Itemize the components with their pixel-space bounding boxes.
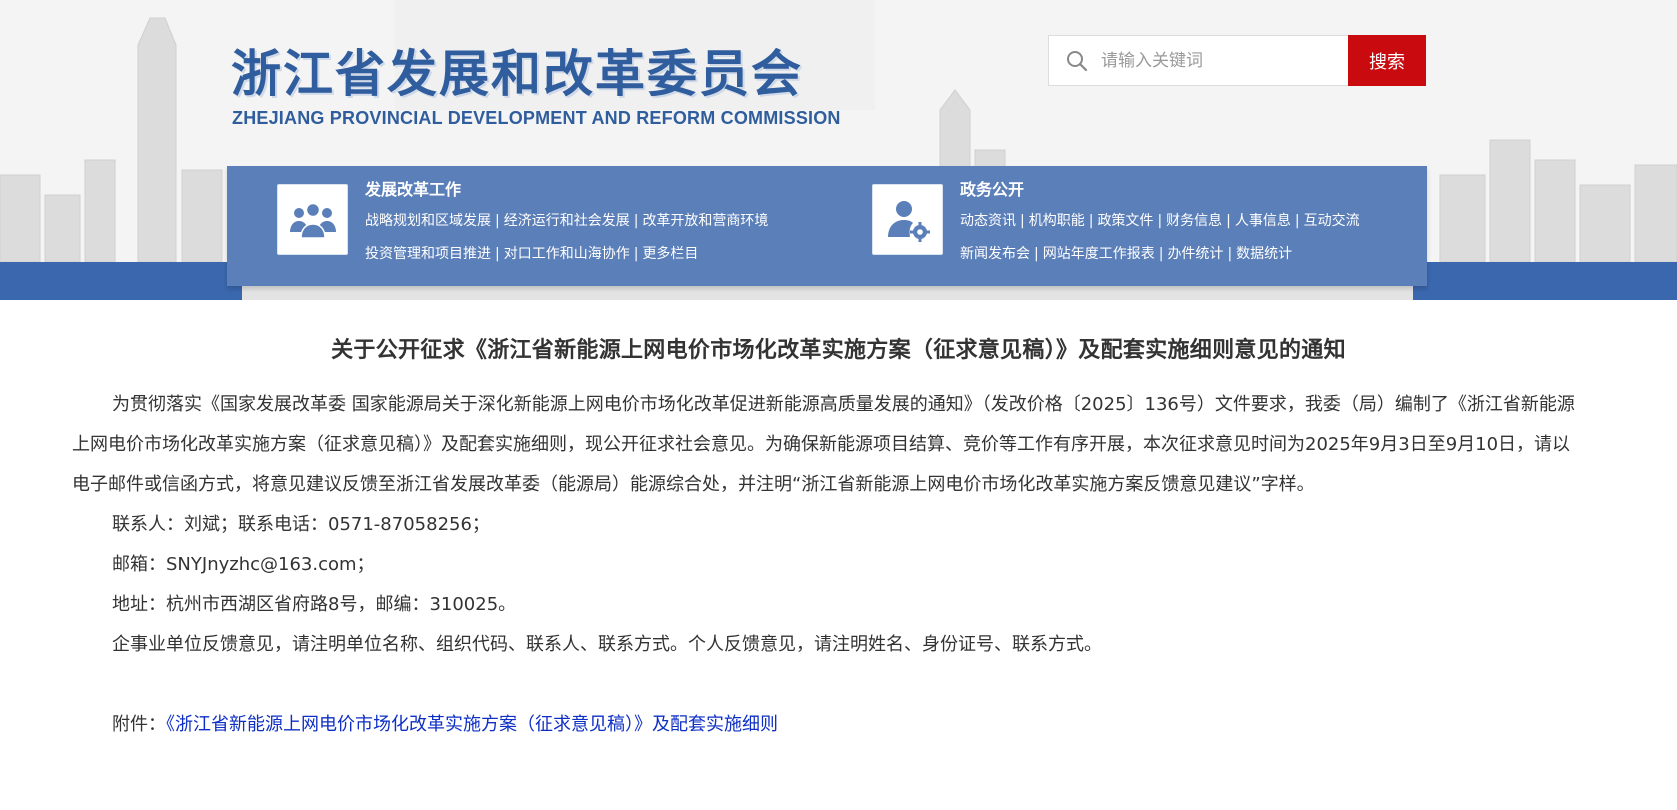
nav-link-strategy[interactable]: 战略规划和区域发展 xyxy=(365,213,491,229)
nav-link-interaction[interactable]: 互动交流 xyxy=(1304,213,1360,229)
nav-link-more[interactable]: 更多栏目 xyxy=(642,246,698,262)
nav-link-functions[interactable]: 机构职能 xyxy=(1029,213,1085,229)
article-body: 为贯彻落实《国家发展改革委 国家能源局关于深化新能源上网电价市场化改革促进新能源… xyxy=(72,385,1584,745)
nav-separator: | xyxy=(1157,213,1163,229)
nav-links-reform-row1: 战略规划和区域发展 | 经济运行和社会发展 | 改革开放和营商环境 xyxy=(365,210,768,230)
nav-separator: | xyxy=(1294,213,1300,229)
address-line: 地址：杭州市西湖区省府路8号，邮编：310025。 xyxy=(112,594,517,615)
search-button[interactable]: 搜索 xyxy=(1348,35,1426,86)
nav-link-personnel[interactable]: 人事信息 xyxy=(1235,213,1291,229)
nav-separator: | xyxy=(1020,213,1025,229)
nav-link-finance[interactable]: 财务信息 xyxy=(1166,213,1222,229)
attachment-label: 附件： xyxy=(112,714,166,735)
nav-separator: | xyxy=(1226,213,1231,229)
nav-link-news[interactable]: 动态资讯 xyxy=(960,213,1016,229)
nav-link-reform-opening[interactable]: 改革开放和营商环境 xyxy=(642,213,768,229)
search-icon xyxy=(1067,51,1088,72)
group-people-icon xyxy=(277,184,348,255)
site-logo-english[interactable]: ZHEJIANG PROVINCIAL DEVELOPMENT AND REFO… xyxy=(232,108,841,129)
group-people-icon-svg xyxy=(289,202,336,239)
nav-separator: | xyxy=(1088,213,1094,229)
nav-separator: | xyxy=(633,213,639,229)
nav-link-press[interactable]: 新闻发布会 xyxy=(960,246,1030,262)
nav-links-gov-row2: 新闻发布会 | 网站年度工作报表 | 办件统计 | 数据统计 xyxy=(960,243,1292,263)
nav-link-annual-report[interactable]: 网站年度工作报表 xyxy=(1043,246,1155,262)
nav-link-investment[interactable]: 投资管理和项目推进 xyxy=(365,246,491,262)
nav-separator: | xyxy=(495,246,500,262)
nav-link-data-stats[interactable]: 数据统计 xyxy=(1236,246,1292,262)
nav-section-reform-work: 发展改革工作 战略规划和区域发展 | 经济运行和社会发展 | 改革开放和营商环境 投资管… xyxy=(277,166,837,286)
nav-separator: | xyxy=(1158,246,1164,262)
feedback-note: 企事业单位反馈意见，请注明单位名称、组织代码、联系人、联系方式。个人反馈意见，请… xyxy=(112,634,1102,655)
nav-separator: | xyxy=(1034,246,1039,262)
user-gear-icon xyxy=(872,184,943,255)
nav-links-reform-row2: 投资管理和项目推进 | 对口工作和山海协作 | 更多栏目 xyxy=(365,243,698,263)
user-gear-icon-svg xyxy=(887,200,930,242)
nav-panel-shadow xyxy=(242,286,1413,300)
nav-separator: | xyxy=(495,213,500,229)
nav-link-policy[interactable]: 政策文件 xyxy=(1097,213,1153,229)
nav-title-reform-work[interactable]: 发展改革工作 xyxy=(365,176,461,200)
nav-title-government-affairs[interactable]: 政务公开 xyxy=(960,176,1024,200)
site-logo-chinese[interactable]: 浙江省发展和改革委员会 xyxy=(231,34,803,106)
nav-links-gov-row1: 动态资讯 | 机构职能 | 政策文件 | 财务信息 | 人事信息 | 互动交流 xyxy=(960,210,1360,230)
nav-separator: | xyxy=(633,246,639,262)
search-box xyxy=(1048,35,1348,86)
nav-section-government-affairs: 政务公开 动态资讯 | 机构职能 | 政策文件 | 财务信息 | 人事信息 | 互动交流 新闻发布会… xyxy=(872,166,1412,286)
attachment-link[interactable]: 《浙江省新能源上网电价市场化改革实施方案（征求意见稿）》及配套实施细则 xyxy=(166,714,778,735)
article-title: 关于公开征求《浙江省新能源上网电价市场化改革实施方案（征求意见稿）》及配套实施细… xyxy=(331,338,1346,363)
email-line: 邮箱：SNYJnyzhc@163.com； xyxy=(112,554,375,575)
article-intro-paragraph: 为贯彻落实《国家发展改革委 国家能源局关于深化新能源上网电价市场化改革促进新能源… xyxy=(72,394,1575,495)
nav-link-economy[interactable]: 经济运行和社会发展 xyxy=(504,213,630,229)
search-input[interactable] xyxy=(1101,46,1341,76)
contact-line: 联系人：刘斌；联系电话：0571-87058256； xyxy=(112,514,490,535)
nav-link-case-stats[interactable]: 办件统计 xyxy=(1167,246,1223,262)
main-nav-panel: 发展改革工作 战略规划和区域发展 | 经济运行和社会发展 | 改革开放和营商环境 投资管… xyxy=(227,166,1427,286)
attachment-line: 附件：《浙江省新能源上网电价市场化改革实施方案（征求意见稿）》及配套实施细则 xyxy=(72,705,1584,745)
site-header: 浙江省发展和改革委员会 ZHEJIANG PROVINCIAL DEVELOPM… xyxy=(0,0,1677,300)
nav-separator: | xyxy=(1227,246,1233,262)
nav-link-cooperation[interactable]: 对口工作和山海协作 xyxy=(504,246,630,262)
